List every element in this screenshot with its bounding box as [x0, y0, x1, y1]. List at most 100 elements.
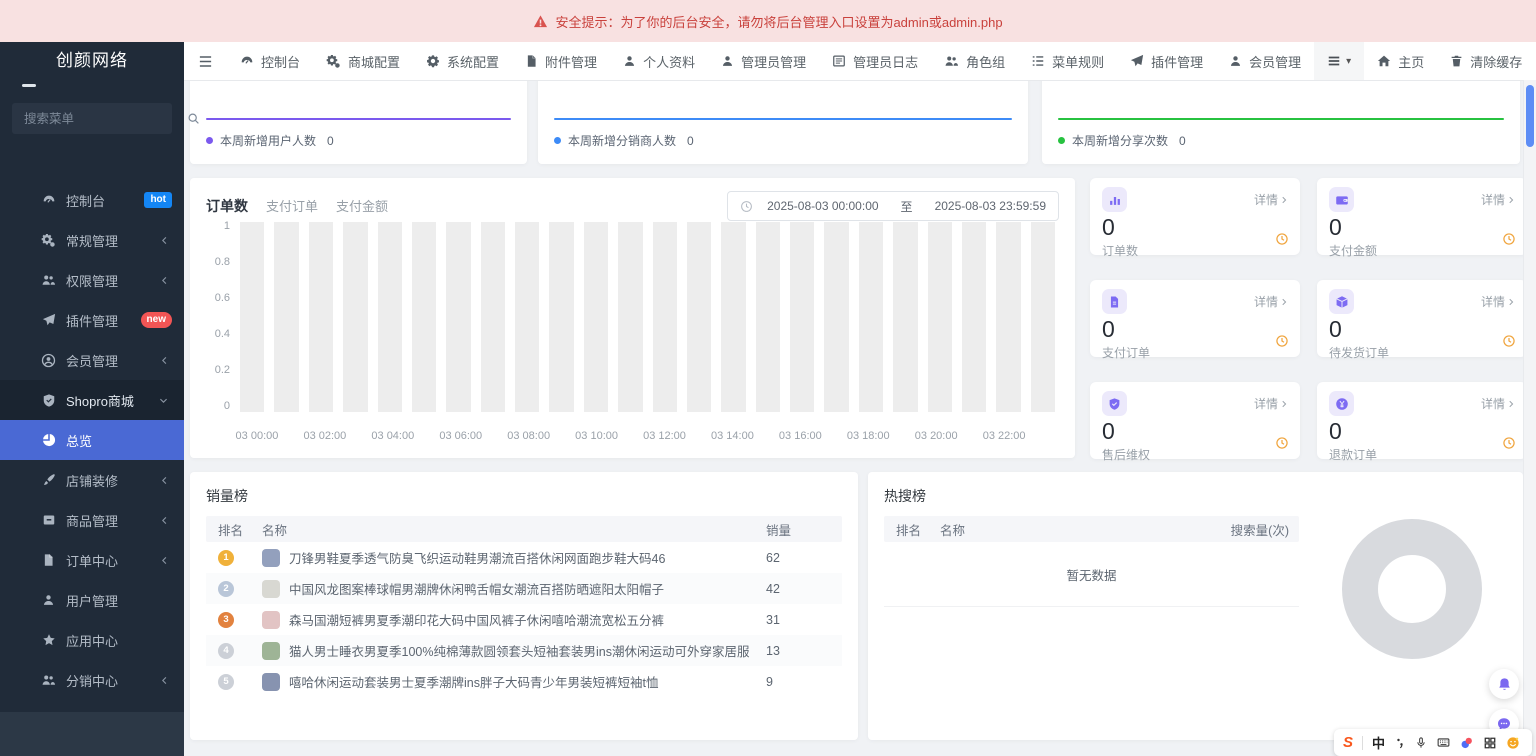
brand-title: 创颜网络 — [0, 42, 184, 80]
date-range-picker[interactable]: 2025-08-03 00:00:00 至 2025-08-03 23:59:5… — [727, 191, 1059, 221]
date-start[interactable]: 2025-08-03 00:00:00 — [767, 199, 878, 213]
weekly-stat-card: 本周新增分销商人数 0 — [538, 80, 1028, 164]
user-icon — [623, 54, 636, 68]
sidebar-search-input[interactable] — [22, 111, 187, 127]
vertical-scrollbar[interactable] — [1523, 80, 1536, 756]
clear-cache-button[interactable]: 清除缓存 — [1437, 42, 1535, 80]
date-end[interactable]: 2025-08-03 23:59:59 — [935, 199, 1046, 213]
y-tick: 0 — [224, 400, 230, 412]
keyboard-icon[interactable] — [1436, 736, 1451, 749]
sidebar-menu-item[interactable]: Shopro商城 — [0, 380, 184, 420]
rank-medal: 1 — [218, 550, 234, 566]
topnav-item[interactable]: 插件管理 — [1117, 42, 1216, 80]
legend-dot — [1058, 137, 1065, 144]
menu-badge: hot — [144, 192, 172, 208]
sidebar-menu-item[interactable]: 商品管理 — [0, 500, 184, 540]
bar-background — [549, 222, 573, 412]
home-button[interactable]: 主页 — [1364, 42, 1437, 80]
sidebar-search[interactable] — [12, 103, 172, 134]
wallet-icon — [1329, 187, 1354, 212]
chart-tab[interactable]: 订单数 — [206, 196, 248, 216]
legend-dot — [206, 137, 213, 144]
topnav-item-label: 个人资料 — [643, 52, 695, 71]
punct-icon[interactable] — [1394, 736, 1406, 750]
sidebar-menu-item[interactable]: 用户管理 — [0, 580, 184, 620]
topnav-item[interactable]: 角色组 — [931, 42, 1018, 80]
x-axis: 03 00:0003 02:0003 04:0003 06:0003 08:00… — [240, 418, 1055, 444]
bar-background — [1031, 222, 1055, 412]
stat-label: 订单数 — [1102, 242, 1288, 259]
sidebar-menu-item[interactable]: 插件管理 new — [0, 300, 184, 340]
detail-link[interactable]: 详情 — [1481, 191, 1516, 208]
rank-medal: 4 — [218, 643, 234, 659]
sidebar-item-label: 商品管理 — [66, 511, 118, 530]
topnav-item[interactable]: 会员管理 — [1216, 42, 1314, 80]
doc-icon — [1102, 289, 1127, 314]
detail-link[interactable]: 详情 — [1481, 293, 1516, 310]
bar-background — [618, 222, 642, 412]
main-content: 本周新增用户人数 0 本周新增分销商人数 0 本周新增分享次数 0 — [184, 80, 1536, 756]
detail-link[interactable]: 详情 — [1254, 293, 1289, 310]
detail-link[interactable]: 详情 — [1254, 395, 1289, 412]
stat-value: 0 — [1329, 317, 1515, 342]
x-tick: 03 22:00 — [983, 430, 1026, 442]
sidebar-toggle[interactable] — [184, 42, 227, 80]
mic-icon[interactable] — [1415, 736, 1427, 750]
star-icon — [40, 633, 57, 647]
divider[interactable] — [1362, 736, 1363, 750]
sidebar-menu-item[interactable]: 权限管理 — [0, 260, 184, 300]
topnav-item[interactable]: 个人资料 — [610, 42, 708, 80]
stat-value: 0 — [1329, 215, 1515, 240]
chart-tab[interactable]: 支付金额 — [336, 196, 388, 215]
order-chart-tabs: 订单数 支付订单 支付金额 — [206, 196, 388, 216]
sogou-s-icon[interactable]: S — [1343, 734, 1353, 751]
sidebar-menu-item[interactable]: 店铺装修 — [0, 460, 184, 500]
sidebar-menu-item[interactable]: 常规管理 — [0, 220, 184, 260]
topnav-item[interactable]: 控制台 — [227, 42, 313, 80]
bell-icon — [1497, 677, 1512, 692]
log-icon — [832, 54, 846, 68]
y-tick: 0.2 — [215, 364, 230, 376]
sidebar-menu-item[interactable]: 控制台 hot — [0, 180, 184, 220]
file-icon — [525, 54, 538, 68]
topnav-item[interactable]: 附件管理 — [512, 42, 610, 80]
y-tick: 0.6 — [215, 292, 230, 304]
scrollbar-thumb[interactable] — [1526, 85, 1534, 147]
x-tick: 03 16:00 — [779, 430, 822, 442]
zh-mode-icon[interactable]: 中 — [1372, 733, 1385, 752]
topnav-item[interactable]: 菜单规则 — [1018, 42, 1117, 80]
topnav-item[interactable]: 系统配置 — [413, 42, 512, 80]
tabs-dropdown-button[interactable]: ▾ — [1314, 42, 1364, 80]
sidebar-menu-item[interactable]: 分销中心 — [0, 660, 184, 700]
bar-background — [687, 222, 711, 412]
sidebar-menu-item[interactable]: 会员管理 — [0, 340, 184, 380]
topnav-item[interactable]: 商城配置 — [313, 42, 413, 80]
top-navbar: 控制台 商城配置 系统配置 附件管理 个人资料 — [184, 42, 1536, 81]
chevron-right-icon — [1506, 399, 1516, 409]
bar-background — [928, 222, 952, 412]
detail-link[interactable]: 详情 — [1481, 395, 1516, 412]
detail-link[interactable]: 详情 — [1254, 191, 1289, 208]
bar-background — [824, 222, 848, 412]
topnav-item[interactable]: 管理员管理 — [708, 42, 819, 80]
sidebar-menu-item[interactable]: 订单中心 — [0, 540, 184, 580]
product-name: 嘻哈休闲运动套装男士夏季潮牌ins胖子大码青少年男装短裤短袖t恤 — [289, 672, 658, 691]
sidebar-menu-item[interactable]: 应用中心 — [0, 620, 184, 660]
sales-rank-row: 1 刀锋男鞋夏季透气防臭飞织运动鞋男潮流百搭休闲网面跑步鞋大码46 62 — [206, 542, 842, 573]
grid-icon[interactable] — [1483, 736, 1497, 750]
skin-icon[interactable] — [1460, 736, 1474, 750]
emoji-icon[interactable] — [1506, 736, 1520, 750]
product-sales: 9 — [766, 675, 842, 689]
stat-card: 详情 0 订单数 — [1090, 178, 1300, 255]
empty-donut-chart — [1342, 519, 1482, 659]
chart-tab[interactable]: 支付订单 — [266, 196, 318, 215]
topnav-item[interactable]: 管理员日志 — [819, 42, 931, 80]
notification-button[interactable] — [1489, 669, 1519, 699]
chevron-left-icon — [160, 555, 169, 566]
file-icon — [40, 553, 57, 567]
plane-icon — [40, 313, 57, 327]
legend-value: 0 — [687, 134, 694, 148]
date-separator: 至 — [893, 198, 921, 215]
sidebar-menu-item[interactable]: 总览 — [0, 420, 184, 460]
bar-background — [481, 222, 505, 412]
